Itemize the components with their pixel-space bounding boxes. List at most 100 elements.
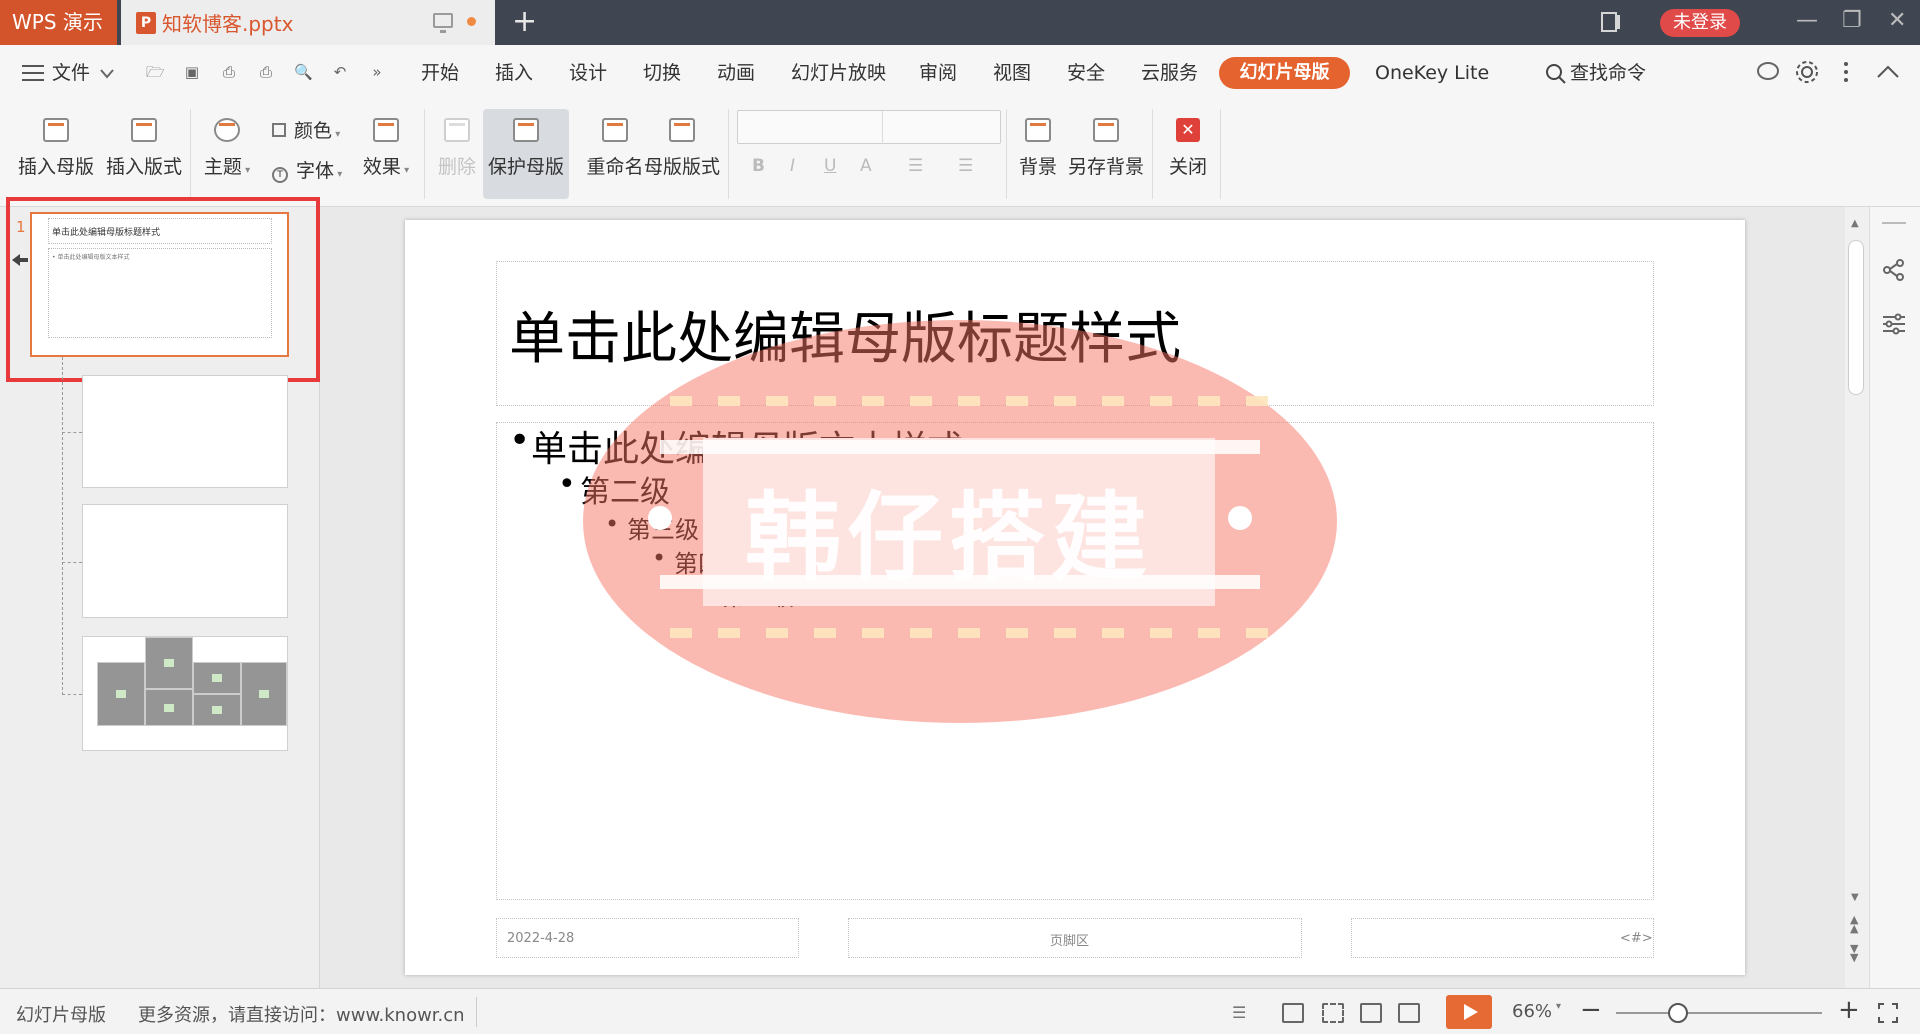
menu-item-start[interactable]: 开始 bbox=[421, 45, 459, 101]
layout-thumbnail[interactable] bbox=[82, 504, 288, 618]
fit-window-icon[interactable] bbox=[1878, 1003, 1898, 1023]
status-divider bbox=[476, 997, 477, 1027]
slide-number-placeholder[interactable] bbox=[1351, 918, 1654, 958]
close-window-button[interactable]: ✕ bbox=[1888, 8, 1906, 34]
master-layout-icon bbox=[669, 118, 695, 142]
minimize-button[interactable]: — bbox=[1796, 8, 1818, 34]
bullet-list-icon[interactable]: ☰ bbox=[908, 156, 923, 176]
color-button[interactable]: 颜色 ▾ bbox=[272, 116, 340, 143]
master-layout-button[interactable]: 母版版式 bbox=[640, 118, 724, 179]
footer-date: 2022-4-28 bbox=[507, 931, 575, 946]
menu-item-slideshow[interactable]: 幻灯片放映 bbox=[791, 45, 886, 101]
menu-item-slide-master[interactable]: 幻灯片母版 bbox=[1219, 57, 1350, 89]
font-icon: T bbox=[272, 167, 288, 183]
menu-item-insert[interactable]: 插入 bbox=[495, 45, 533, 101]
save-background-button[interactable]: 另存背景 bbox=[1064, 118, 1148, 179]
menu-item-design[interactable]: 设计 bbox=[569, 45, 607, 101]
monitor-icon[interactable] bbox=[433, 13, 453, 33]
bold-button[interactable]: B bbox=[752, 156, 765, 176]
zoom-slider-knob[interactable] bbox=[1668, 1003, 1688, 1023]
share-icon[interactable] bbox=[1882, 258, 1906, 282]
zoom-level[interactable]: 66% bbox=[1512, 1001, 1552, 1022]
save-background-label: 另存背景 bbox=[1067, 156, 1144, 178]
reading-view-icon[interactable] bbox=[1360, 1003, 1382, 1023]
watermark-band bbox=[660, 440, 1260, 454]
print-icon[interactable]: ⎙ bbox=[257, 63, 275, 81]
menu-item-view[interactable]: 视图 bbox=[993, 45, 1031, 101]
more-quick-access-icon[interactable]: » bbox=[368, 63, 386, 81]
delete-icon bbox=[444, 118, 470, 142]
menu-item-security[interactable]: 安全 bbox=[1067, 45, 1105, 101]
normal-view-icon[interactable] bbox=[1282, 1003, 1304, 1023]
numbered-list-icon[interactable]: ☰ bbox=[958, 156, 973, 176]
more-vertical-icon[interactable] bbox=[1843, 61, 1849, 83]
font-button[interactable]: T 字体 ▾ bbox=[272, 156, 342, 183]
search-icon[interactable] bbox=[1545, 63, 1567, 85]
sidebar-grip-icon bbox=[1882, 222, 1906, 224]
layout-tree-line bbox=[62, 357, 63, 695]
underline-button[interactable]: U bbox=[824, 156, 836, 176]
font-name-select[interactable] bbox=[737, 110, 1001, 144]
insert-layout-button[interactable]: 插入版式 bbox=[104, 118, 184, 179]
background-button[interactable]: 背景 bbox=[1012, 118, 1064, 179]
save-icon[interactable]: ▣ bbox=[183, 63, 201, 81]
watermark-dashes bbox=[670, 396, 1270, 406]
close-label: 关闭 bbox=[1168, 156, 1207, 178]
watermark-dot bbox=[1228, 506, 1252, 530]
open-folder-icon[interactable]: 🗁 bbox=[146, 63, 165, 81]
scrollbar-thumb[interactable] bbox=[1848, 240, 1864, 395]
layout-tree-tick bbox=[62, 562, 82, 563]
chevron-down-icon[interactable] bbox=[100, 69, 114, 79]
restore-button[interactable]: ❐ bbox=[1842, 8, 1862, 34]
delete-button[interactable]: 删除 bbox=[434, 118, 480, 179]
login-button[interactable]: 未登录 bbox=[1660, 9, 1740, 37]
layout-tree-tick bbox=[62, 432, 82, 433]
search-command[interactable]: 查找命令 bbox=[1570, 45, 1646, 101]
theme-button[interactable]: 主题 ▾ bbox=[200, 118, 254, 179]
zoom-slider[interactable] bbox=[1616, 1012, 1822, 1014]
menu-item-cloud[interactable]: 云服务 bbox=[1141, 45, 1198, 101]
footer-text: 页脚区 bbox=[1050, 934, 1090, 949]
gear-icon[interactable] bbox=[1795, 60, 1819, 84]
layout-thumbnail[interactable] bbox=[82, 375, 288, 488]
file-menu[interactable]: 文件 bbox=[52, 45, 90, 101]
presenter-view-icon[interactable] bbox=[1398, 1003, 1420, 1023]
notes-icon[interactable]: ☰ bbox=[1232, 1003, 1254, 1023]
highlight-box bbox=[6, 197, 320, 382]
protect-master-button[interactable]: 保护母版 bbox=[483, 109, 569, 199]
collapse-ribbon-icon[interactable] bbox=[1877, 65, 1899, 79]
play-slideshow-button[interactable] bbox=[1446, 995, 1492, 1029]
layout-thumbnail[interactable] bbox=[82, 636, 288, 751]
insert-master-button[interactable]: 插入母版 bbox=[16, 118, 96, 179]
slide-sorter-icon[interactable] bbox=[1322, 1003, 1344, 1023]
reading-mode-icon[interactable] bbox=[1600, 11, 1622, 33]
zoom-out-button[interactable]: − bbox=[1580, 995, 1602, 1025]
resource-link[interactable]: 更多资源，请直接访问：www.knowr.cn bbox=[138, 1001, 465, 1027]
app-tab[interactable]: WPS 演示 bbox=[0, 0, 117, 45]
export-pdf-icon[interactable]: ⎙ bbox=[220, 63, 238, 81]
zoom-dropdown-icon[interactable]: ▾ bbox=[1556, 1001, 1561, 1012]
hamburger-icon[interactable] bbox=[22, 64, 44, 82]
scroll-down-icon[interactable]: ▼ bbox=[1851, 892, 1859, 903]
menu-item-onekey[interactable]: OneKey Lite bbox=[1375, 45, 1489, 101]
ribbon-divider bbox=[1152, 109, 1153, 199]
close-icon: ✕ bbox=[1176, 118, 1200, 142]
menu-bar: 文件 🗁 ▣ ⎙ ⎙ 🔍 ↶ » 开始 插入 设计 切换 动画 幻灯片放映 审阅… bbox=[0, 45, 1920, 101]
print-preview-icon[interactable]: 🔍 bbox=[294, 63, 313, 81]
close-master-button[interactable]: ✕ 关闭 bbox=[1162, 118, 1214, 179]
font-color-button[interactable]: A bbox=[860, 156, 872, 176]
italic-button[interactable]: I bbox=[790, 156, 795, 176]
next-slide-icon[interactable]: ▼ ▼ bbox=[1850, 943, 1858, 963]
undo-icon[interactable]: ↶ bbox=[331, 63, 349, 81]
menu-item-transition[interactable]: 切换 bbox=[643, 45, 681, 101]
prev-slide-icon[interactable]: ▲ ▲ bbox=[1850, 914, 1858, 934]
new-tab-button[interactable]: + bbox=[512, 5, 537, 39]
adjust-icon[interactable] bbox=[1881, 312, 1907, 336]
comment-icon[interactable] bbox=[1756, 61, 1780, 83]
effect-button[interactable]: 效果 ▾ bbox=[358, 118, 414, 179]
menu-item-animation[interactable]: 动画 bbox=[717, 45, 755, 101]
menu-item-review[interactable]: 审阅 bbox=[919, 45, 957, 101]
document-tab[interactable]: P 知软博客.pptx bbox=[121, 0, 495, 45]
scroll-up-icon[interactable]: ▲ bbox=[1851, 218, 1859, 229]
zoom-in-button[interactable]: + bbox=[1838, 995, 1860, 1025]
